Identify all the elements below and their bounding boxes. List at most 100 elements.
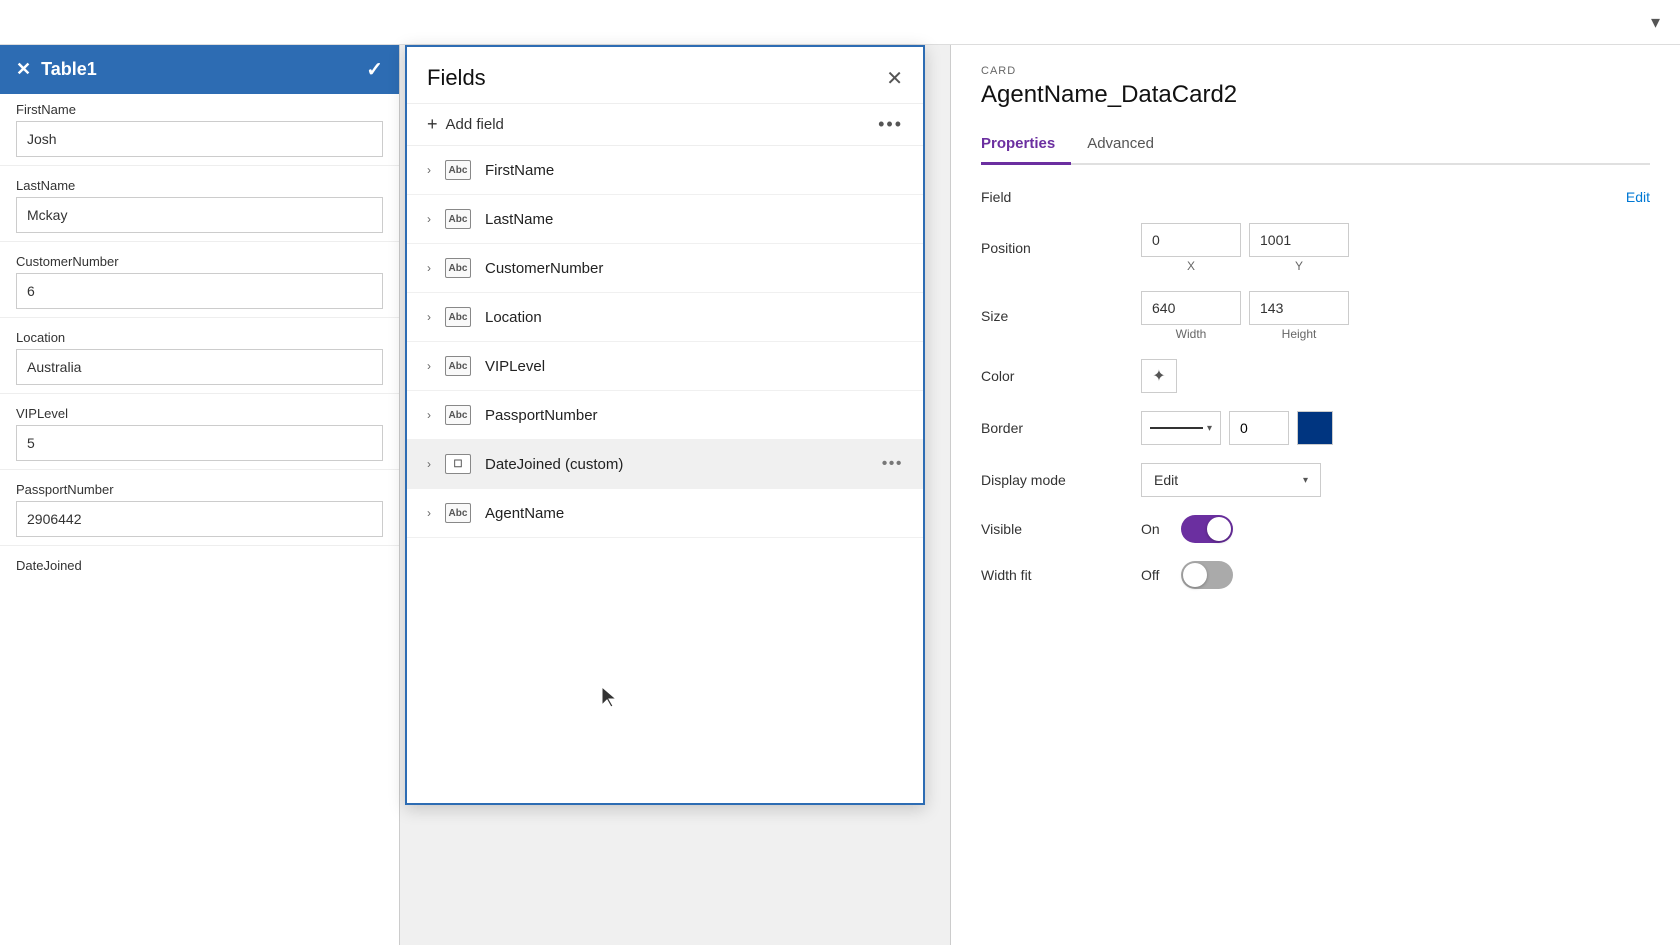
visible-toggle[interactable] (1181, 515, 1233, 543)
position-y-label: Y (1295, 259, 1303, 273)
border-row: Border ▾ (981, 411, 1650, 445)
field-item-location[interactable]: › Abc Location (407, 293, 923, 342)
border-chevron-icon: ▾ (1207, 423, 1212, 434)
position-y-input[interactable] (1249, 223, 1349, 257)
field-label: Field (981, 189, 1011, 205)
display-mode-chevron-icon: ▾ (1303, 475, 1308, 486)
border-controls: ▾ (1141, 411, 1333, 445)
add-field-button[interactable]: + Add field (427, 114, 504, 135)
top-bar: ▾ (0, 0, 1680, 45)
visible-row: Visible On (981, 515, 1650, 543)
border-width-input[interactable] (1229, 411, 1289, 445)
top-bar-chevron-icon[interactable]: ▾ (1651, 12, 1660, 33)
widthfit-row: Width fit Off (981, 561, 1650, 589)
field-name-viplevel: VIPLevel (485, 358, 903, 375)
card-label: CARD (981, 65, 1650, 77)
field-chevron-icon: › (427, 310, 431, 324)
card-tabs: Properties Advanced (981, 127, 1650, 165)
size-width-input[interactable] (1141, 291, 1241, 325)
viplevel-input[interactable] (16, 425, 383, 461)
size-value: Width Height (1141, 291, 1650, 341)
tab-properties[interactable]: Properties (981, 127, 1071, 165)
color-label: Color (981, 368, 1141, 384)
border-color-swatch[interactable] (1297, 411, 1333, 445)
field-name-location: Location (485, 309, 903, 326)
widthfit-toggle-knob (1183, 563, 1207, 587)
field-row: Field Edit (981, 189, 1650, 205)
position-row: Position X Y (981, 223, 1650, 273)
field-name-lastname: LastName (485, 211, 903, 228)
display-mode-label: Display mode (981, 472, 1141, 488)
field-item-viplevel[interactable]: › Abc VIPLevel (407, 342, 923, 391)
right-panel: CARD AgentName_DataCard2 Properties Adva… (950, 45, 1680, 945)
table-close-icon[interactable]: ✕ (16, 59, 31, 80)
field-type-text-icon: Abc (445, 503, 471, 523)
form-field-firstname: FirstName (0, 94, 399, 161)
field-item-lastname[interactable]: › Abc LastName (407, 195, 923, 244)
position-label: Position (981, 240, 1141, 256)
fields-more-button[interactable]: ••• (878, 114, 903, 135)
size-row: Size Width Height (981, 291, 1650, 341)
tab-advanced[interactable]: Advanced (1087, 127, 1170, 165)
field-item-customernumber[interactable]: › Abc CustomerNumber (407, 244, 923, 293)
customernumber-label: CustomerNumber (16, 254, 383, 269)
fields-list: › Abc FirstName › Abc LastName › Abc Cus… (407, 146, 923, 787)
widthfit-label: Width fit (981, 567, 1141, 583)
field-type-text-icon: Abc (445, 209, 471, 229)
size-label: Size (981, 308, 1141, 324)
size-width-label: Width (1176, 327, 1207, 341)
field-item-firstname[interactable]: › Abc FirstName (407, 146, 923, 195)
field-edit-link[interactable]: Edit (1626, 189, 1650, 205)
fields-dialog-header: Fields ✕ (407, 47, 923, 104)
field-item-passportnumber[interactable]: › Abc PassportNumber (407, 391, 923, 440)
form-field-lastname: LastName (0, 170, 399, 237)
display-mode-row: Display mode Edit ▾ (981, 463, 1650, 497)
table-title: Table1 (41, 59, 97, 80)
display-mode-text: Edit (1154, 472, 1178, 488)
widthfit-toggle[interactable] (1181, 561, 1233, 589)
form-field-datejoined: DateJoined (0, 550, 399, 581)
location-input[interactable] (16, 349, 383, 385)
position-x-input[interactable] (1141, 223, 1241, 257)
add-field-label: Add field (446, 116, 504, 133)
passportnumber-input[interactable] (16, 501, 383, 537)
display-mode-dropdown[interactable]: Edit ▾ (1141, 463, 1321, 497)
widthfit-state-label: Off (1141, 567, 1169, 583)
visible-state-label: On (1141, 521, 1169, 537)
viplevel-label: VIPLevel (16, 406, 383, 421)
border-label: Border (981, 420, 1141, 436)
size-height-group: Height (1249, 291, 1349, 341)
widthfit-toggle-area: Off (1141, 561, 1233, 589)
position-value: X Y (1141, 223, 1650, 273)
color-swatch-button[interactable]: ✦ (1141, 359, 1177, 393)
field-item-agentname[interactable]: › Abc AgentName (407, 489, 923, 538)
fields-close-button[interactable]: ✕ (886, 66, 903, 91)
field-item-more-button[interactable]: ••• (882, 455, 903, 473)
datejoined-label: DateJoined (16, 558, 383, 573)
firstname-input[interactable] (16, 121, 383, 157)
table-check-icon[interactable]: ✓ (366, 57, 383, 82)
position-y-group: Y (1249, 223, 1349, 273)
visible-toggle-knob (1207, 517, 1231, 541)
border-style-dropdown[interactable]: ▾ (1141, 411, 1221, 445)
field-name-passportnumber: PassportNumber (485, 407, 903, 424)
field-type-text-icon: Abc (445, 356, 471, 376)
fields-dialog-title: Fields (427, 65, 486, 91)
size-height-label: Height (1282, 327, 1317, 341)
field-item-datejoined[interactable]: › ☐ DateJoined (custom) ••• (407, 440, 923, 489)
fields-toolbar: + Add field ••• (407, 104, 923, 146)
lastname-input[interactable] (16, 197, 383, 233)
add-field-plus-icon: + (427, 114, 438, 135)
customernumber-input[interactable] (16, 273, 383, 309)
color-picker-icon: ✦ (1152, 366, 1165, 386)
size-width-group: Width (1141, 291, 1241, 341)
field-name-agentname: AgentName (485, 505, 903, 522)
location-label: Location (16, 330, 383, 345)
field-type-text-icon: Abc (445, 405, 471, 425)
field-chevron-icon: › (427, 212, 431, 226)
field-name-datejoined: DateJoined (custom) (485, 456, 872, 473)
field-name-customernumber: CustomerNumber (485, 260, 903, 277)
field-type-text-icon: Abc (445, 160, 471, 180)
size-height-input[interactable] (1249, 291, 1349, 325)
field-chevron-icon: › (427, 359, 431, 373)
